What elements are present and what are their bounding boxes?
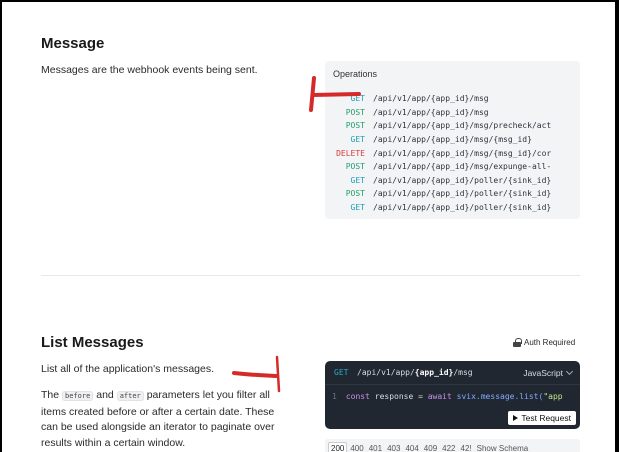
param-after-code: after	[116, 391, 144, 401]
auth-required-badge: Auth Required	[513, 338, 575, 347]
operation-item[interactable]: POST/api/v1/app/{app_id}/msg	[325, 106, 580, 120]
operation-method: POST	[345, 162, 365, 172]
lock-icon	[513, 338, 522, 347]
operation-path: /api/v1/app/{app_id}/poller/{sink_id}	[373, 189, 552, 199]
path-param: {app_id}	[414, 368, 454, 377]
operation-item[interactable]: GET/api/v1/app/{app_id}/poller/{sink_id}	[325, 201, 580, 215]
operation-path: /api/v1/app/{app_id}/poller/{sink_id}	[373, 175, 552, 185]
operation-method: POST	[345, 107, 365, 117]
request-header: GET /api/v1/app/{app_id}/msg JavaScript	[325, 361, 580, 385]
status-tab[interactable]: 401	[367, 443, 384, 452]
code-string: "app	[543, 392, 563, 401]
play-icon	[513, 415, 519, 421]
auth-required-label: Auth Required	[524, 338, 576, 347]
operation-path: /api/v1/app/{app_id}/msg/expunge-all-	[373, 162, 552, 172]
show-schema-toggle[interactable]: Show Schema	[477, 444, 529, 452]
operation-path: /api/v1/app/{app_id}/poller/{sink_id}	[373, 203, 552, 213]
operations-label: Operations	[333, 69, 378, 79]
param-before-code: before	[62, 391, 94, 401]
operation-item[interactable]: GET/api/v1/app/{app_id}/poller/{sink_id}	[325, 174, 580, 188]
status-tab[interactable]: 422	[440, 443, 457, 452]
operation-method: GET	[350, 203, 365, 213]
code-variable: response	[374, 392, 414, 401]
status-tab[interactable]: 400	[348, 443, 365, 452]
text-fragment: and	[96, 389, 114, 401]
page: Message Messages are the webhook events …	[2, 2, 615, 452]
section-divider	[41, 275, 580, 276]
operation-item[interactable]: GET/api/v1/app/{app_id}/msg/{msg_id}	[325, 133, 580, 147]
operation-path: /api/v1/app/{app_id}/msg	[373, 94, 489, 104]
operation-path: /api/v1/app/{app_id}/msg/precheck/act	[373, 121, 552, 131]
code-call: svix.message.list(	[456, 392, 544, 401]
text-fragment: The	[41, 389, 60, 401]
operation-path: /api/v1/app/{app_id}/msg	[373, 107, 489, 117]
test-request-button[interactable]: Test Request	[508, 411, 576, 425]
code-await: await	[427, 392, 452, 401]
operations-panel: Operations GET/api/v1/app/{app_id}/msg P…	[325, 61, 580, 219]
operation-item[interactable]: DELETE/api/v1/app/{app_id}/msg/{msg_id}/…	[325, 146, 580, 160]
operation-path: /api/v1/app/{app_id}/msg/{msg_id}/cor	[373, 148, 552, 158]
section-title-message: Message	[41, 35, 105, 52]
operation-item[interactable]: POST/api/v1/app/{app_id}/msg/expunge-all…	[325, 160, 580, 174]
chevron-down-icon	[565, 367, 574, 376]
request-example-panel: GET /api/v1/app/{app_id}/msg JavaScript …	[325, 361, 580, 429]
code-keyword: const	[345, 392, 370, 401]
operation-item[interactable]: POST/api/v1/app/{app_id}/poller/{sink_id…	[325, 187, 580, 201]
operation-method: GET	[350, 94, 365, 104]
language-select[interactable]: JavaScript	[523, 367, 574, 378]
code-operator: =	[413, 392, 428, 401]
code-sample: 1 const response = await svix.message.lis…	[332, 392, 563, 401]
response-status-tabs: 200 400 401 403 404 409 422 42! Show Sch…	[325, 439, 580, 452]
status-tab[interactable]: 403	[385, 443, 402, 452]
operations-list: GET/api/v1/app/{app_id}/msg POST/api/v1/…	[325, 92, 580, 214]
status-tab[interactable]: 404	[403, 443, 420, 452]
operation-method: GET	[350, 175, 365, 185]
operation-method: DELETE	[336, 148, 365, 158]
operation-method: POST	[345, 189, 365, 199]
operation-item[interactable]: GET/api/v1/app/{app_id}/msg	[325, 92, 580, 106]
operation-method: POST	[345, 121, 365, 131]
operation-item[interactable]: POST/api/v1/app/{app_id}/msg/precheck/ac…	[325, 119, 580, 133]
section-title-list-messages: List Messages	[41, 334, 144, 351]
status-tab[interactable]: 409	[422, 443, 439, 452]
request-path: /api/v1/app/{app_id}/msg	[357, 368, 473, 377]
operation-path: /api/v1/app/{app_id}/msg/{msg_id}	[373, 135, 532, 145]
language-label: JavaScript	[523, 368, 563, 378]
list-messages-intro: List all of the application's messages.	[41, 363, 215, 375]
request-method: GET	[334, 368, 349, 377]
path-fragment: /api/v1/app/	[357, 368, 415, 377]
status-tab[interactable]: 42!	[459, 443, 474, 452]
operation-method: GET	[350, 135, 365, 145]
section-description-message: Messages are the webhook events being se…	[41, 64, 258, 76]
list-messages-params-description: The before and after parameters let you …	[41, 388, 286, 451]
test-request-label: Test Request	[521, 413, 571, 423]
path-fragment: /msg	[453, 368, 473, 377]
status-tab[interactable]: 200	[328, 441, 348, 452]
line-number: 1	[332, 392, 337, 401]
